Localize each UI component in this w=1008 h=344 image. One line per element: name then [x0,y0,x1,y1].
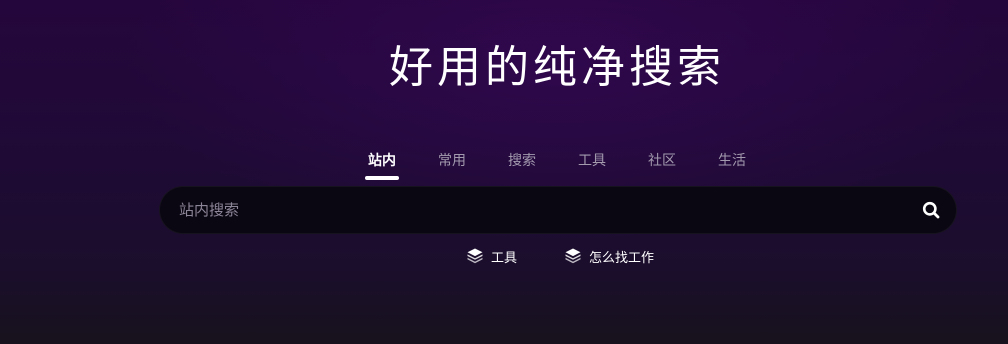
quick-links: 工具 怎么找工作 [465,245,654,267]
page-title: 好用的纯净搜索 [389,42,725,93]
tab-changyong[interactable]: 常用 [417,150,487,180]
tab-label: 社区 [648,153,676,169]
tab-shequ[interactable]: 社区 [627,150,697,180]
tab-label: 常用 [438,153,466,169]
tab-label: 生活 [718,153,746,169]
quick-link-label: 工具 [491,250,518,266]
active-tab-underline [365,176,399,180]
quick-link-label: 怎么找工作 [589,250,655,266]
tab-label: 工具 [578,153,606,169]
quick-link-find-job[interactable]: 怎么找工作 [563,245,654,267]
layers-icon [563,246,583,266]
search-box [159,186,957,234]
tab-label: 站内 [368,153,396,169]
tab-gongju[interactable]: 工具 [557,150,627,180]
tab-zhannei[interactable]: 站内 [347,150,417,180]
tab-label: 搜索 [508,153,536,169]
tab-shenghuo[interactable]: 生活 [697,150,767,180]
search-category-tabs: 站内 常用 搜索 工具 社区 生活 [347,150,767,180]
search-button[interactable] [908,187,954,233]
tab-sousuo[interactable]: 搜索 [487,150,557,180]
search-input[interactable] [160,186,908,234]
search-icon [922,201,940,219]
layers-icon [465,246,485,266]
quick-link-tools[interactable]: 工具 [465,245,517,267]
